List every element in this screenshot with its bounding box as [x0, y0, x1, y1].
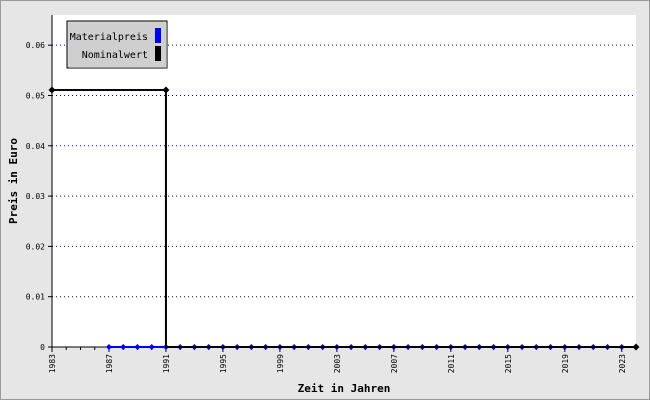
legend-swatch-nominalwert — [155, 46, 161, 61]
legend-label-materialpreis: Materialpreis — [70, 32, 148, 43]
y-tick-label: 0.04 — [26, 142, 45, 151]
x-axis-title: Zeit in Jahren — [298, 382, 391, 395]
chart-frame: 0 0.01 0.02 0.03 0.04 0.05 0.06 1983 1987 1991 199… — [0, 0, 650, 400]
x-tick-label: 1991 — [162, 354, 171, 373]
y-tick-label: 0.03 — [26, 192, 45, 201]
x-tick-label: 1999 — [276, 354, 285, 373]
y-tick-label: 0.06 — [26, 41, 45, 50]
x-tick-label: 2019 — [561, 354, 570, 373]
x-tick-label: 2011 — [447, 354, 456, 373]
y-tick-label: 0 — [40, 343, 45, 352]
legend-label-nominalwert: Nominalwert — [82, 50, 148, 61]
y-tick-label: 0.01 — [26, 293, 45, 302]
x-tick-label: 1987 — [105, 354, 114, 373]
legend-shade — [69, 23, 167, 68]
x-tick-label: 2007 — [390, 354, 399, 373]
legend-swatch-materialpreis — [155, 28, 161, 43]
y-axis-title: Preis in Euro — [7, 138, 20, 224]
x-tick-label: 2023 — [618, 354, 627, 373]
chart-svg: 0 0.01 0.02 0.03 0.04 0.05 0.06 1983 1987 1991 199… — [7, 15, 640, 395]
x-tick-label: 2015 — [504, 354, 513, 373]
y-tick-label: 0.02 — [26, 242, 45, 251]
x-tick-label: 1995 — [219, 354, 228, 373]
y-tick-label: 0.05 — [26, 91, 45, 100]
x-tick-label: 1983 — [48, 354, 57, 373]
x-tick-label: 2003 — [333, 354, 342, 373]
